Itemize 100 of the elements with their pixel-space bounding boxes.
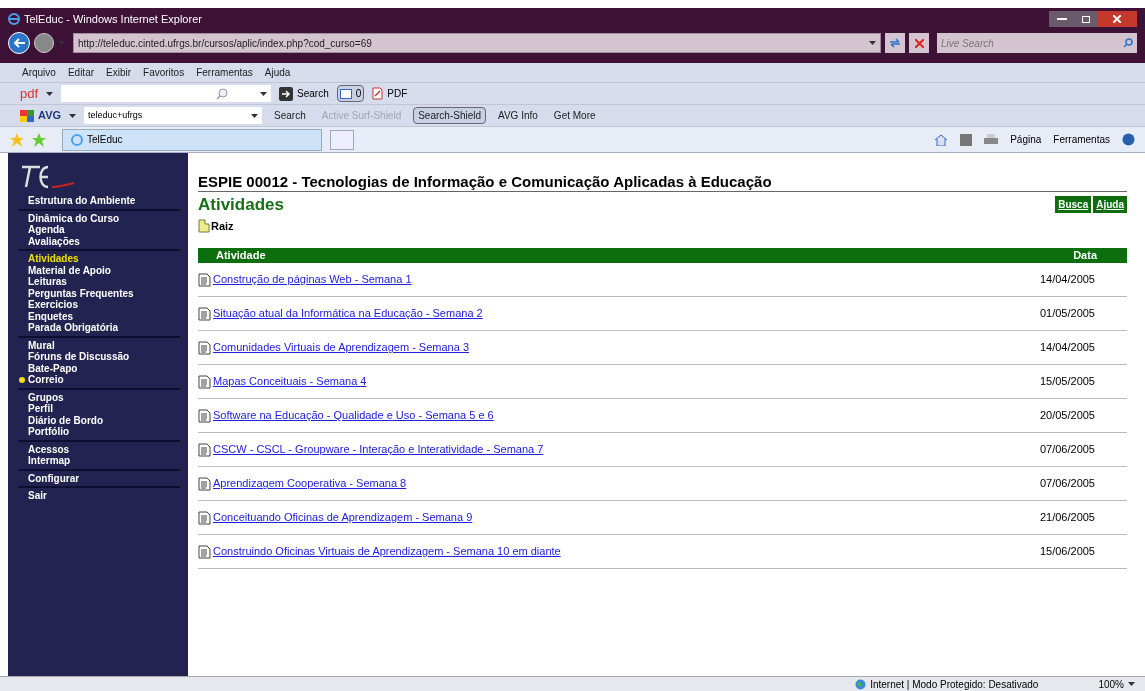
- sidebar-item[interactable]: Leituras: [28, 276, 67, 288]
- course-title: ESPIE 00012 - Tecnologias de Informação e Comunicação Aplicadas à Educação: [198, 173, 1127, 192]
- dropdown-arrow-icon[interactable]: [251, 113, 259, 118]
- dropdown-arrow-icon[interactable]: [1128, 682, 1135, 686]
- back-arrow-icon: [13, 38, 25, 48]
- document-icon: [198, 544, 211, 559]
- sidebar-item[interactable]: Exercicios: [28, 299, 79, 311]
- menu-item[interactable]: Exibir: [106, 65, 132, 80]
- activity-link[interactable]: Mapas Conceituais - Semana 4: [213, 373, 367, 390]
- header-button[interactable]: Ajuda: [1093, 196, 1127, 214]
- sidebar-item[interactable]: Mural: [28, 339, 55, 351]
- stop-button[interactable]: [909, 33, 929, 53]
- document-icon: [198, 442, 211, 457]
- date-cell-text: 15/05/2005: [1039, 374, 1095, 390]
- sidebar-item[interactable]: Agenda: [28, 224, 65, 236]
- sidebar-item[interactable]: Fóruns de Discussão: [28, 351, 130, 363]
- window-title: TelEduc - Windows Internet Explorer: [24, 11, 202, 27]
- avg-logo[interactable]: AVG: [20, 107, 62, 124]
- activity-link[interactable]: Software na Educação - Qualidade e Uso - Semana 5 e 6: [213, 407, 494, 424]
- toolbar-button[interactable]: Search: [270, 108, 310, 123]
- sidebar-item[interactable]: Bate-Papo: [28, 362, 78, 374]
- document-icon: [198, 306, 211, 321]
- globe-icon: [855, 678, 867, 690]
- search-button[interactable]: Search: [279, 86, 329, 101]
- page-heading: Atividades: [198, 194, 284, 216]
- menu-item[interactable]: Ferramentas: [196, 65, 253, 80]
- pdf-search-field[interactable]: [61, 85, 272, 102]
- activity-link[interactable]: CSCW - CSCL - Groupware - Interação e Interatividade - Semana 7: [213, 441, 544, 458]
- arrow-icon: [279, 86, 294, 101]
- sidebar-item[interactable]: Sair: [28, 490, 47, 502]
- activity-link[interactable]: Conceituando Oficinas de Aprendizagem - Semana 9: [213, 509, 473, 526]
- activity-link[interactable]: Comunidades Virtuais de Aprendizagem - Semana 3: [213, 339, 469, 356]
- star-plus-icon[interactable]: [32, 132, 46, 147]
- activity-link[interactable]: Construindo Oficinas Virtuais de Aprendizagem - Semana 10 em diante: [213, 543, 561, 560]
- document-icon: [198, 408, 211, 423]
- menu-item[interactable]: Editar: [67, 65, 95, 80]
- address-field[interactable]: http://teleduc.cinted.ufrgs.br/cursos/aplic/index.php?cod_curso=69: [73, 33, 881, 53]
- sidebar-item[interactable]: Intermap: [28, 455, 71, 467]
- dropdown-arrow-icon[interactable]: [260, 91, 268, 96]
- document-icon: [198, 476, 211, 491]
- header-button[interactable]: Busca: [1055, 196, 1092, 214]
- counter-button[interactable]: 0: [336, 85, 365, 102]
- activity-link[interactable]: Aprendizagem Cooperativa - Semana 8: [213, 475, 407, 492]
- document-icon: [198, 374, 211, 389]
- sidebar-item[interactable]: Perguntas Frequentes: [28, 287, 134, 299]
- date-cell-text: 14/04/2005: [1039, 272, 1095, 288]
- sidebar-item[interactable]: Portfólio: [28, 426, 70, 438]
- minimize-button[interactable]: [1049, 11, 1075, 27]
- date-cell-text: 20/05/2005: [1039, 408, 1095, 424]
- sidebar-item[interactable]: Configurar: [28, 472, 80, 484]
- folder-icon: [198, 218, 210, 233]
- sidebar-item[interactable]: Correio: [28, 374, 64, 386]
- close-button[interactable]: [1097, 11, 1137, 27]
- close-icon: [914, 38, 924, 48]
- maximize-button[interactable]: [1075, 11, 1097, 27]
- sidebar-item[interactable]: Acessos: [28, 443, 70, 455]
- dropdown-arrow-icon[interactable]: [46, 91, 54, 96]
- printer-icon[interactable]: [984, 133, 999, 146]
- toolbar-button[interactable]: Search-Shield: [413, 107, 486, 124]
- menu-item[interactable]: Arquivo: [22, 65, 56, 80]
- sidebar-item[interactable]: Diário de Bordo: [28, 414, 103, 426]
- activity-link[interactable]: Construção de páginas Web - Semana 1: [213, 271, 412, 288]
- sidebar-item[interactable]: Atividades: [28, 253, 79, 265]
- sidebar-item[interactable]: Enquetes: [28, 310, 73, 322]
- pdf-button[interactable]: PDF: [372, 86, 408, 101]
- browser-tab[interactable]: TelEduc: [62, 128, 322, 151]
- toolbar-button[interactable]: Get More: [549, 108, 600, 123]
- sidebar-item[interactable]: Estrutura do Ambiente: [28, 195, 136, 207]
- date-cell-text: 07/06/2005: [1039, 442, 1095, 458]
- date-cell-text: 15/06/2005: [1039, 544, 1095, 560]
- menu-item[interactable]: Ajuda: [264, 65, 291, 80]
- activity-link[interactable]: Situação atual da Informática na Educação - Semana 2: [213, 305, 483, 322]
- dropdown-arrow-icon[interactable]: [869, 41, 876, 45]
- date-cell-text: 21/06/2005: [1039, 510, 1095, 526]
- folder-link[interactable]: Raiz: [211, 217, 234, 234]
- command-button[interactable]: Ferramentas: [1053, 132, 1110, 147]
- sidebar-item[interactable]: Dinâmica do Curso: [28, 212, 120, 224]
- avg-search-field[interactable]: teleduc+ufrgs: [84, 107, 263, 124]
- sidebar-item[interactable]: Grupos: [28, 391, 64, 403]
- home-icon[interactable]: [934, 133, 949, 146]
- sidebar-item[interactable]: Perfil: [28, 403, 53, 415]
- sidebar-item[interactable]: Parada Obrigatória: [28, 322, 119, 334]
- date-cell-text: 01/05/2005: [1039, 306, 1095, 322]
- sidebar-item[interactable]: Material de Apoio: [28, 264, 111, 276]
- command-button[interactable]: Página: [1010, 132, 1042, 147]
- close-icon: [1113, 15, 1121, 23]
- star-icon[interactable]: [10, 132, 24, 147]
- menu-item[interactable]: Favoritos: [143, 65, 185, 80]
- zoom-button[interactable]: 100%: [1098, 676, 1135, 691]
- back-button[interactable]: [8, 32, 30, 54]
- pdf-file-icon: [372, 87, 384, 100]
- browser-logo-icon: [8, 13, 20, 25]
- document-icon: [198, 272, 211, 287]
- toolbar-button[interactable]: AVG Info: [494, 108, 542, 123]
- forward-button[interactable]: [34, 33, 54, 53]
- dropdown-arrow-icon[interactable]: [69, 113, 77, 118]
- document-icon: [198, 510, 211, 525]
- security-zone: Internet | Modo Protegido: Desativado: [855, 676, 1039, 691]
- sidebar-item[interactable]: Avaliações: [28, 235, 80, 247]
- date-cell-text: 07/06/2005: [1039, 476, 1095, 492]
